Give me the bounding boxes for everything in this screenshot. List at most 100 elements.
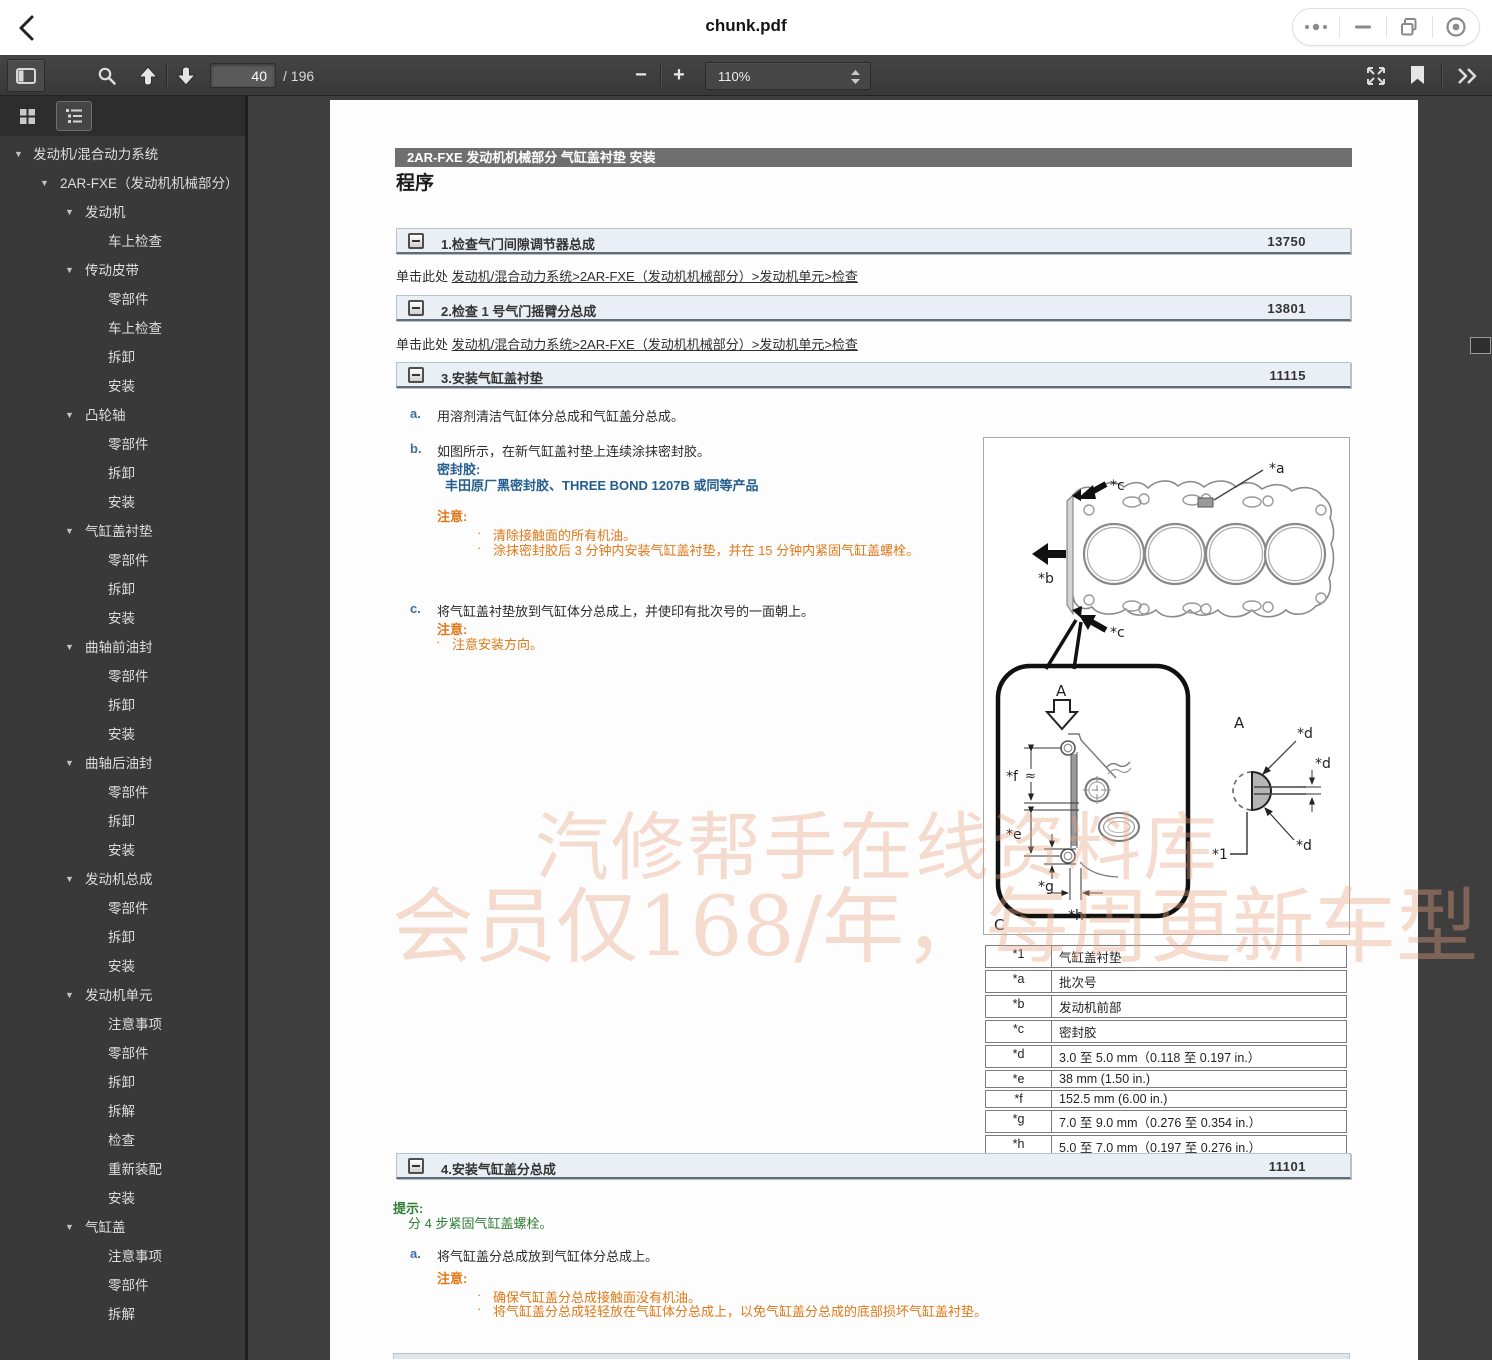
tree-item[interactable]: 2AR-FXE（发动机机械部分） <box>0 169 245 198</box>
section-code: 11115 <box>1270 368 1307 383</box>
outline-tab[interactable] <box>56 101 92 131</box>
page-number-input[interactable] <box>210 63 276 88</box>
expand-arrow-icon[interactable] <box>65 981 74 1010</box>
collapse-toggle-icon[interactable] <box>408 300 424 316</box>
tree-item[interactable]: 零部件 <box>0 546 245 575</box>
table-cell-key: *1 <box>986 946 1052 967</box>
fullscreen-icon <box>1365 65 1387 87</box>
tree-item[interactable]: 重新装配 <box>0 1155 245 1184</box>
tree-item[interactable]: 拆卸 <box>0 691 245 720</box>
expand-arrow-icon[interactable] <box>40 169 49 198</box>
minimize-button[interactable] <box>1340 9 1386 45</box>
expand-arrow-icon[interactable] <box>65 749 74 778</box>
zoom-out-button[interactable]: − <box>626 59 656 92</box>
restore-button[interactable] <box>1387 9 1433 45</box>
expand-arrow-icon[interactable] <box>65 256 74 285</box>
tree-item[interactable]: 安装 <box>0 372 245 401</box>
tree-item[interactable]: 零部件 <box>0 778 245 807</box>
step-text: 如图所示，在新气缸盖衬垫上连续涂抹密封胶。 <box>437 441 710 460</box>
tree-item-label: 安装 <box>108 843 135 858</box>
more-button[interactable] <box>1293 9 1339 45</box>
pdf-viewer-area[interactable]: 2AR-FXE 发动机机械部分 气缸盖衬垫 安装 程序 1.检查气门间隙调节器总… <box>251 96 1492 1360</box>
tree-item[interactable]: 零部件 <box>0 285 245 314</box>
tree-item[interactable]: 拆解 <box>0 1300 245 1329</box>
zoom-in-button[interactable]: + <box>664 59 694 92</box>
svg-text:*d: *d <box>1315 756 1331 772</box>
bookmark-button[interactable] <box>1403 59 1431 92</box>
tree-item[interactable]: 安装 <box>0 1184 245 1213</box>
tree-item[interactable]: 车上检查 <box>0 227 245 256</box>
tree-item[interactable]: 气缸盖 <box>0 1213 245 1242</box>
collapse-toggle-icon[interactable] <box>408 367 424 383</box>
tree-item[interactable]: 凸轮轴 <box>0 401 245 430</box>
search-button[interactable] <box>92 59 122 92</box>
expand-arrow-icon[interactable] <box>65 633 74 662</box>
collapse-toggle-icon[interactable] <box>408 233 424 249</box>
tree-item[interactable]: 零部件 <box>0 1271 245 1300</box>
tree-item[interactable]: 发动机总成 <box>0 865 245 894</box>
expand-arrow-icon[interactable] <box>65 1213 74 1242</box>
tree-item[interactable]: 曲轴前油封 <box>0 633 245 662</box>
outline-icon <box>65 108 83 124</box>
expand-arrow-icon[interactable] <box>14 140 23 169</box>
tree-item[interactable]: 发动机/混合动力系统 <box>0 140 245 169</box>
tree-item[interactable]: 安装 <box>0 952 245 981</box>
svg-text:*a: *a <box>1269 461 1285 477</box>
expand-arrow-icon[interactable] <box>65 517 74 546</box>
tree-item[interactable]: 发动机 <box>0 198 245 227</box>
more-tools-button[interactable] <box>1450 59 1484 92</box>
tree-item-label: 安装 <box>108 495 135 510</box>
section-bar-3: 3.安装气缸盖衬垫 11115 <box>396 362 1351 388</box>
tree-item[interactable]: 零部件 <box>0 894 245 923</box>
expand-arrow-icon[interactable] <box>65 865 74 894</box>
svg-text:*d: *d <box>1297 726 1313 742</box>
next-page-button[interactable] <box>172 59 200 92</box>
tree-item[interactable]: 拆卸 <box>0 459 245 488</box>
sidebar-tabs <box>0 96 245 136</box>
scroll-indicator[interactable] <box>1470 337 1491 354</box>
tree-item-label: 发动机单元 <box>85 988 153 1003</box>
tree-item[interactable]: 拆卸 <box>0 807 245 836</box>
section-title: 3.安装气缸盖衬垫 <box>441 368 543 387</box>
fullscreen-button[interactable] <box>1360 59 1392 92</box>
tree-item[interactable]: 注意事项 <box>0 1242 245 1271</box>
previous-page-button[interactable] <box>134 59 162 92</box>
expand-arrow-icon[interactable] <box>65 401 74 430</box>
tree-item[interactable]: 气缸盖衬垫 <box>0 517 245 546</box>
tree-item[interactable]: 拆卸 <box>0 1068 245 1097</box>
thumbnails-tab[interactable] <box>9 101 45 131</box>
tree-item[interactable]: 拆卸 <box>0 923 245 952</box>
tree-item-label: 拆卸 <box>108 350 135 365</box>
tree-item[interactable]: 拆卸 <box>0 575 245 604</box>
record-button[interactable] <box>1433 9 1479 45</box>
tree-item[interactable]: 拆解 <box>0 1097 245 1126</box>
procedure-link[interactable]: 发动机/混合动力系统>2AR-FXE（发动机机械部分）>发动机单元>检查 <box>452 269 858 284</box>
tree-item[interactable]: 发动机单元 <box>0 981 245 1010</box>
thumbnails-icon <box>19 108 36 125</box>
table-cell-key: *b <box>986 996 1052 1017</box>
table-cell-value: 7.0 至 9.0 mm（0.276 至 0.354 in.） <box>1052 1111 1346 1132</box>
tree-item[interactable]: 零部件 <box>0 430 245 459</box>
spec-table: *1气缸盖衬垫*a批次号*b发动机前部*c密封胶*d3.0 至 5.0 mm（0… <box>985 945 1347 1158</box>
table-row: *b发动机前部 <box>985 995 1347 1018</box>
tree-item[interactable]: 拆卸 <box>0 343 245 372</box>
tree-item[interactable]: 曲轴后油封 <box>0 749 245 778</box>
tree-item[interactable]: 安装 <box>0 604 245 633</box>
sidebar-toggle-button[interactable] <box>7 59 45 92</box>
table-row: *d3.0 至 5.0 mm（0.118 至 0.197 in.） <box>985 1045 1347 1068</box>
zoom-level-select[interactable]: 110% <box>705 62 871 90</box>
tree-item[interactable]: 安装 <box>0 488 245 517</box>
expand-arrow-icon[interactable] <box>65 198 74 227</box>
tree-item[interactable]: 安装 <box>0 836 245 865</box>
tree-item[interactable]: 零部件 <box>0 1039 245 1068</box>
tree-item[interactable]: 车上检查 <box>0 314 245 343</box>
tree-item[interactable]: 安装 <box>0 720 245 749</box>
tree-item[interactable]: 零部件 <box>0 662 245 691</box>
tree-item[interactable]: 注意事项 <box>0 1010 245 1039</box>
tree-item[interactable]: 检查 <box>0 1126 245 1155</box>
tree-item[interactable]: 传动皮带 <box>0 256 245 285</box>
procedure-link[interactable]: 发动机/混合动力系统>2AR-FXE（发动机机械部分）>发动机单元>检查 <box>452 337 858 352</box>
click-here-label: 单击此处 <box>396 269 452 284</box>
collapse-toggle-icon[interactable] <box>408 1158 424 1174</box>
figure-box: *a *c *c *b <box>983 437 1350 935</box>
